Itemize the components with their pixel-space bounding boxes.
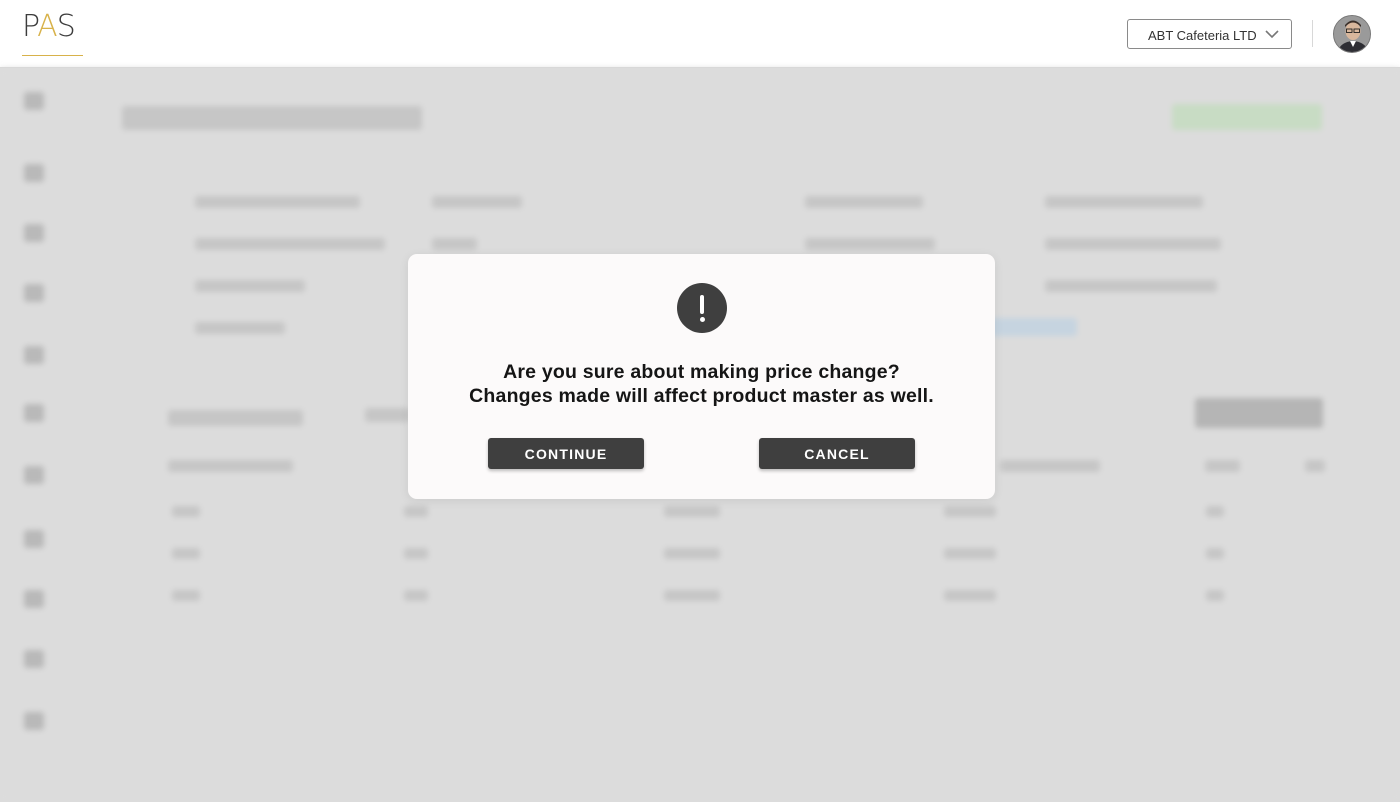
blurred-text — [195, 196, 360, 208]
blurred-text — [195, 322, 285, 334]
blurred-cell — [172, 506, 200, 517]
blurred-cell — [172, 590, 200, 601]
blurred-cell — [404, 548, 428, 559]
sidebar-icon — [24, 284, 44, 302]
exclamation-icon — [677, 283, 727, 333]
sidebar-icon — [24, 164, 44, 182]
sidebar-icon — [24, 466, 44, 484]
pas-logo[interactable]: PAS — [22, 12, 84, 58]
logo-mark: PAS — [22, 9, 76, 44]
price-change-confirm-dialog: Are you sure about making price change? … — [408, 254, 995, 499]
top-header: PAS ABT Cafeteria LTD — [0, 0, 1400, 68]
blurred-cell — [664, 548, 720, 559]
chevron-down-icon — [1265, 30, 1279, 39]
sidebar-icon — [24, 650, 44, 668]
blurred-link — [985, 318, 1077, 336]
blurred-text — [805, 196, 923, 208]
blurred-cell — [172, 548, 200, 559]
sidebar-icon — [24, 346, 44, 364]
blurred-cell — [404, 506, 428, 517]
blurred-column-header — [168, 460, 293, 472]
blurred-title — [122, 106, 422, 130]
blurred-button — [1195, 398, 1323, 428]
sidebar-icon — [24, 92, 44, 110]
company-select-value: ABT Cafeteria LTD — [1148, 28, 1257, 43]
dialog-message-line1: Are you sure about making price change? — [503, 361, 900, 383]
user-photo-icon — [1334, 16, 1370, 52]
sidebar-icon — [24, 530, 44, 548]
blurred-text — [432, 196, 522, 208]
user-avatar[interactable] — [1333, 15, 1371, 53]
blurred-column-header — [1305, 460, 1325, 472]
cancel-button[interactable]: CANCEL — [759, 438, 915, 469]
blurred-cell — [1206, 506, 1224, 517]
blurred-column-header — [1000, 460, 1100, 472]
blurred-cell — [944, 590, 996, 601]
blurred-text — [805, 238, 935, 250]
header-divider — [1312, 20, 1313, 47]
dialog-message-line2: Changes made will affect product master … — [469, 385, 934, 407]
sidebar-icon — [24, 590, 44, 608]
continue-button[interactable]: CONTINUE — [488, 438, 644, 469]
sidebar-icon — [24, 224, 44, 242]
blurred-text — [1045, 238, 1221, 250]
company-select[interactable]: ABT Cafeteria LTD — [1127, 19, 1292, 49]
blurred-text — [195, 238, 385, 250]
blurred-text — [195, 280, 305, 292]
sidebar-icon — [24, 404, 44, 422]
blurred-cell — [944, 506, 996, 517]
blurred-cell — [404, 590, 428, 601]
blurred-cell — [944, 548, 996, 559]
blurred-status-badge — [1172, 104, 1322, 130]
blurred-text — [432, 238, 477, 250]
sidebar-icon — [24, 712, 44, 730]
logo-underline — [22, 55, 83, 56]
blurred-cell — [664, 506, 720, 517]
blurred-text — [1045, 280, 1217, 292]
blurred-tab — [168, 410, 303, 426]
blurred-tab — [365, 408, 410, 422]
blurred-column-header — [1205, 460, 1240, 472]
blurred-cell — [1206, 590, 1224, 601]
blurred-text — [1045, 196, 1203, 208]
blurred-cell — [664, 590, 720, 601]
blurred-cell — [1206, 548, 1224, 559]
